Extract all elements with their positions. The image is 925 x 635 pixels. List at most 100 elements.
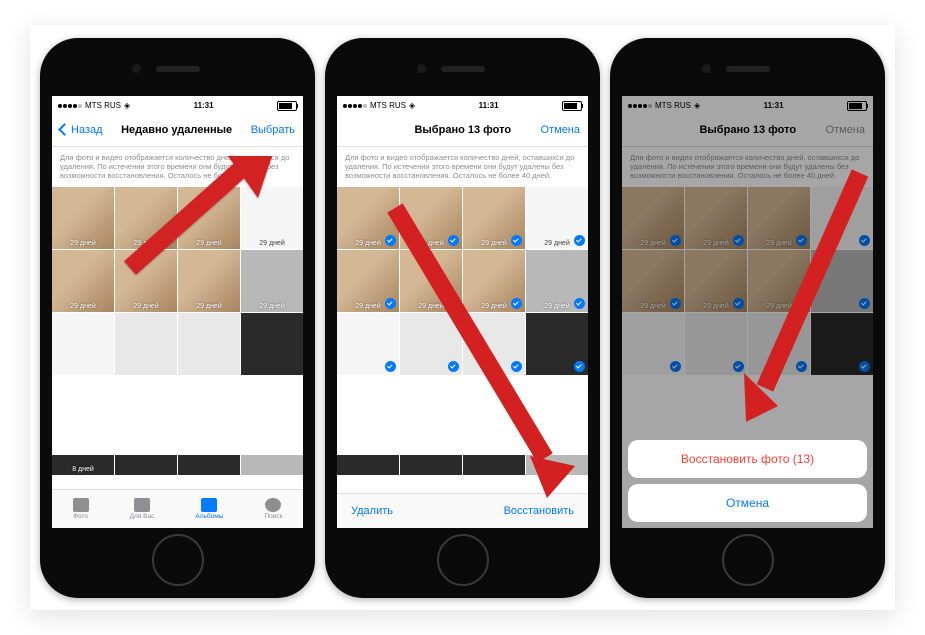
photo-thumb[interactable] (241, 455, 303, 475)
check-icon (574, 298, 585, 309)
photo-row (337, 455, 588, 475)
check-icon (574, 235, 585, 246)
photo-thumb[interactable]: 29 дней (463, 187, 525, 249)
carrier-label: MTS RUS (655, 101, 691, 110)
photo-thumb[interactable]: 29 дней (400, 187, 462, 249)
photo-thumb[interactable]: 29 дней (400, 250, 462, 312)
actionsheet-cancel-button[interactable]: Отмена (628, 484, 867, 522)
carrier-label: MTS RUS (370, 101, 406, 110)
photo-thumb[interactable] (463, 313, 525, 375)
statusbar-time: 11:31 (479, 101, 499, 110)
phone-mockup-1: MTS RUS ◈ 11:31 Назад Недавно удаленные … (40, 38, 315, 598)
navbar: Назад Недавно удаленные Выбрать (52, 114, 303, 147)
check-icon (511, 235, 522, 246)
search-icon (265, 498, 281, 512)
signal-icon (58, 104, 82, 108)
photo-grid: 29 дней 29 дней 29 дней 29 дней 29 дней … (622, 187, 873, 375)
back-label: Назад (71, 124, 103, 136)
photo-thumb[interactable] (337, 313, 399, 375)
battery-icon (277, 101, 297, 111)
heart-icon (134, 498, 150, 512)
photo-thumb[interactable]: 29 дней (52, 250, 114, 312)
blank-space (337, 375, 588, 455)
statusbar: MTS RUS ◈ 11:31 (337, 96, 588, 114)
tab-albums[interactable]: Альбомы (195, 498, 223, 520)
photo-thumb[interactable] (115, 313, 177, 375)
photo-thumb[interactable]: 8 дней (52, 455, 114, 475)
bottom-toolbar: Удалить Восстановить (337, 493, 588, 528)
photo-thumb: 29 дней (685, 187, 747, 249)
cancel-button[interactable]: Отмена (541, 124, 580, 136)
tutorial-frame: MTS RUS ◈ 11:31 Назад Недавно удаленные … (30, 25, 895, 610)
screen-1: MTS RUS ◈ 11:31 Назад Недавно удаленные … (52, 96, 303, 528)
photo-thumb[interactable]: 29 дней (178, 187, 240, 249)
wifi-icon: ◈ (124, 101, 130, 110)
delete-button[interactable]: Удалить (351, 505, 393, 517)
photo-thumb[interactable] (115, 455, 177, 475)
check-icon (385, 235, 396, 246)
photo-grid: 29 дней 29 дней 29 дней 29 дней 29 дней … (52, 187, 303, 375)
photo-thumb[interactable]: 29 дней (337, 250, 399, 312)
check-icon (733, 235, 744, 246)
photo-thumb[interactable] (178, 313, 240, 375)
photo-thumb[interactable] (463, 455, 525, 475)
navbar: Выбрано 13 фото Отмена (337, 114, 588, 147)
actionsheet: Восстановить фото (13) Отмена (628, 440, 867, 522)
photo-thumb[interactable] (52, 313, 114, 375)
tab-search[interactable]: Поиск (264, 498, 282, 520)
check-icon (385, 298, 396, 309)
check-icon (448, 235, 459, 246)
photo-thumb[interactable] (400, 313, 462, 375)
home-button[interactable] (152, 534, 204, 586)
photo-thumb[interactable] (526, 313, 588, 375)
phone-mockup-2: MTS RUS ◈ 11:31 Выбрано 13 фото Отмена Д… (325, 38, 600, 598)
photo-thumb[interactable]: 29 дней (52, 187, 114, 249)
home-button[interactable] (437, 534, 489, 586)
tabbar: Фото Для Вас Альбомы Поиск (52, 489, 303, 528)
actionsheet-group: Восстановить фото (13) (628, 440, 867, 478)
check-icon (670, 361, 681, 372)
tab-photos[interactable]: Фото (73, 498, 89, 520)
tab-for-you[interactable]: Для Вас (130, 498, 155, 520)
photo-thumb[interactable] (400, 455, 462, 475)
photo-thumb[interactable] (337, 455, 399, 475)
photo-thumb[interactable] (526, 455, 588, 475)
photo-thumb[interactable] (178, 455, 240, 475)
phone-mockup-3: MTS RUS ◈ 11:31 Выбрано 13 фото Отмена Д… (610, 38, 885, 598)
check-icon (670, 298, 681, 309)
photo-thumb[interactable]: 29 дней (241, 250, 303, 312)
check-icon (796, 361, 807, 372)
restore-button[interactable]: Восстановить (504, 505, 574, 517)
photo-thumb[interactable]: 29 дней (337, 187, 399, 249)
wifi-icon: ◈ (694, 101, 700, 110)
check-icon (670, 235, 681, 246)
select-button[interactable]: Выбрать (251, 124, 295, 136)
wifi-icon: ◈ (409, 101, 415, 110)
phone-speaker (156, 66, 200, 72)
photo-thumb[interactable]: 29 дней (526, 187, 588, 249)
info-text: Для фото и видео отображается количество… (52, 147, 303, 187)
photo-thumb[interactable]: 29 дней (115, 250, 177, 312)
restore-photos-button[interactable]: Восстановить фото (13) (628, 440, 867, 478)
photo-thumb[interactable]: 29 дней (115, 187, 177, 249)
photo-thumb (748, 313, 810, 375)
check-icon (511, 298, 522, 309)
check-icon (448, 361, 459, 372)
check-icon (859, 235, 870, 246)
photo-thumb[interactable]: 29 дней (241, 187, 303, 249)
photo-thumb[interactable] (241, 313, 303, 375)
check-icon (511, 361, 522, 372)
photo-thumb (811, 187, 873, 249)
battery-icon (562, 101, 582, 111)
photo-thumb[interactable]: 29 дней (526, 250, 588, 312)
photo-thumb[interactable]: 29 дней (178, 250, 240, 312)
photo-thumb (811, 313, 873, 375)
back-button[interactable]: Назад (60, 124, 103, 136)
phone-camera (132, 64, 141, 73)
check-icon (733, 298, 744, 309)
photo-thumb[interactable]: 29 дней (463, 250, 525, 312)
photo-row: 8 дней (52, 455, 303, 475)
photo-thumb: 29 дней (748, 187, 810, 249)
home-button[interactable] (722, 534, 774, 586)
photo-thumb (811, 250, 873, 312)
